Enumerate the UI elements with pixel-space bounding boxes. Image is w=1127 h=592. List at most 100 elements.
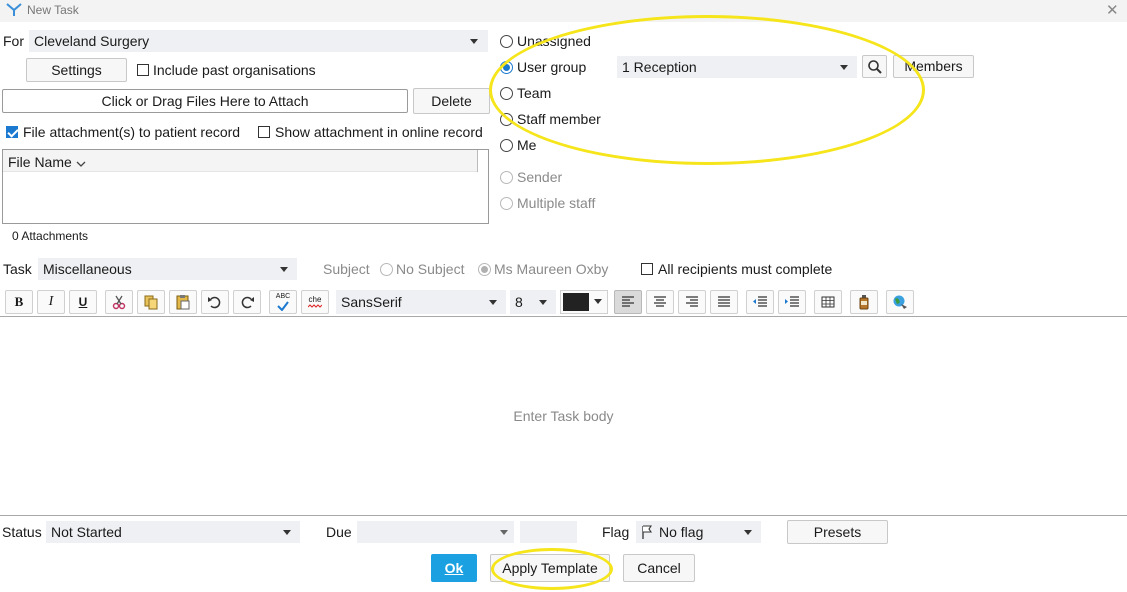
app-logo-icon: [6, 3, 22, 20]
due-time-field[interactable]: [520, 521, 577, 543]
copy-icon: [144, 295, 158, 310]
align-right-button[interactable]: [678, 290, 706, 314]
highlight-ellipse-assignment: [489, 15, 925, 165]
no-subject-radio[interactable]: [380, 263, 393, 276]
me-label: Me: [517, 137, 537, 153]
multiple-staff-label: Multiple staff: [517, 195, 596, 211]
font-size-value: 8: [515, 294, 523, 310]
for-organisation-select[interactable]: Cleveland Surgery: [29, 30, 488, 52]
paste-button[interactable]: [169, 290, 197, 314]
text-color-button[interactable]: [560, 290, 608, 314]
medication-button[interactable]: [850, 290, 878, 314]
file-name-column-header[interactable]: File Name: [8, 154, 72, 170]
paste-icon: [176, 295, 190, 310]
task-type-select[interactable]: Miscellaneous: [38, 258, 297, 280]
status-value: Not Started: [51, 524, 122, 540]
attachments-count: 0 Attachments: [12, 229, 89, 243]
attachments-table[interactable]: File Name: [2, 149, 489, 224]
flag-select[interactable]: No flag: [636, 521, 761, 543]
cut-button[interactable]: [105, 290, 133, 314]
font-size-select[interactable]: 8: [510, 290, 556, 314]
flag-value: No flag: [659, 524, 704, 540]
redo-icon: [241, 296, 254, 309]
spell-check-label: ABC: [275, 293, 291, 300]
all-recipients-label: All recipients must complete: [658, 261, 833, 277]
undo-button[interactable]: [201, 290, 229, 314]
chevron-down-icon: [470, 39, 478, 44]
chevron-down-icon: [539, 300, 547, 305]
underline-button[interactable]: U: [69, 290, 97, 314]
spell-options-label: che: [308, 295, 322, 304]
chevron-down-icon: [500, 530, 508, 535]
italic-button[interactable]: I: [37, 290, 65, 314]
spell-options-button[interactable]: che: [301, 290, 329, 314]
multiple-staff-radio[interactable]: [500, 197, 513, 210]
flag-icon: [641, 525, 653, 543]
patient-subject-radio[interactable]: [478, 263, 491, 276]
table-icon: [821, 296, 835, 308]
globe-link-icon: [893, 295, 907, 309]
justify-icon: [718, 296, 730, 307]
attach-drop-zone[interactable]: Click or Drag Files Here to Attach: [2, 89, 408, 113]
for-value: Cleveland Surgery: [34, 33, 150, 49]
text-color-swatch: [563, 293, 589, 311]
include-past-organisations-label: Include past organisations: [153, 62, 316, 78]
title-bar: [0, 0, 1127, 22]
bold-icon: B: [14, 294, 24, 309]
status-select[interactable]: Not Started: [46, 521, 300, 543]
presets-button[interactable]: Presets: [787, 520, 888, 544]
insert-link-button[interactable]: [886, 290, 914, 314]
align-center-button[interactable]: [646, 290, 674, 314]
underline-icon: U: [78, 295, 88, 309]
column-divider: [477, 150, 478, 172]
due-date-picker[interactable]: [357, 521, 514, 543]
show-in-online-record-checkbox[interactable]: [258, 126, 270, 138]
spell-check-button[interactable]: ABC: [269, 290, 297, 314]
subject-label: Subject: [323, 261, 370, 277]
chevron-down-icon: [744, 530, 752, 535]
chevron-down-icon: [489, 300, 497, 305]
me-radio[interactable]: [500, 139, 513, 152]
indent-icon: [785, 296, 799, 307]
file-to-patient-record-checkbox[interactable]: [6, 126, 18, 138]
sender-radio[interactable]: [500, 171, 513, 184]
insert-table-button[interactable]: [814, 290, 842, 314]
increase-indent-button[interactable]: [778, 290, 806, 314]
align-right-icon: [686, 296, 698, 307]
sender-label: Sender: [517, 169, 563, 185]
window-title: New Task: [27, 3, 79, 17]
align-left-icon: [622, 296, 634, 307]
sort-chevron-icon: [76, 155, 86, 171]
ok-button[interactable]: Ok: [431, 554, 477, 582]
task-label: Task: [3, 261, 32, 277]
align-left-button[interactable]: [614, 290, 642, 314]
include-past-organisations-checkbox[interactable]: [137, 64, 149, 76]
decrease-indent-button[interactable]: [746, 290, 774, 314]
unassigned-radio[interactable]: [500, 35, 513, 48]
settings-button[interactable]: Settings: [26, 58, 127, 82]
chevron-down-icon: [280, 267, 288, 272]
task-body-placeholder: Enter Task body: [513, 408, 614, 424]
all-recipients-checkbox[interactable]: [641, 263, 653, 275]
task-body-editor[interactable]: Enter Task body: [0, 317, 1127, 515]
redo-button[interactable]: [233, 290, 261, 314]
chevron-down-icon: [283, 530, 291, 535]
delete-attachment-button[interactable]: Delete: [413, 88, 490, 114]
scissors-icon: [112, 295, 126, 310]
cancel-button[interactable]: Cancel: [623, 554, 695, 582]
patient-subject-label: Ms Maureen Oxby: [494, 261, 609, 277]
for-label: For: [3, 33, 24, 49]
highlight-ellipse-apply-template: [491, 548, 613, 590]
table-header: [3, 150, 477, 172]
bold-button[interactable]: B: [5, 290, 33, 314]
medicine-bottle-icon: [859, 295, 869, 310]
file-to-patient-record-label: File attachment(s) to patient record: [23, 124, 241, 140]
due-label: Due: [326, 524, 352, 540]
flag-label: Flag: [602, 524, 630, 540]
close-icon[interactable]: ✕: [1106, 1, 1119, 19]
copy-button[interactable]: [137, 290, 165, 314]
font-family-select[interactable]: SansSerif: [336, 290, 506, 314]
justify-button[interactable]: [710, 290, 738, 314]
squiggle-icon: [308, 304, 322, 308]
font-family-value: SansSerif: [341, 294, 402, 310]
